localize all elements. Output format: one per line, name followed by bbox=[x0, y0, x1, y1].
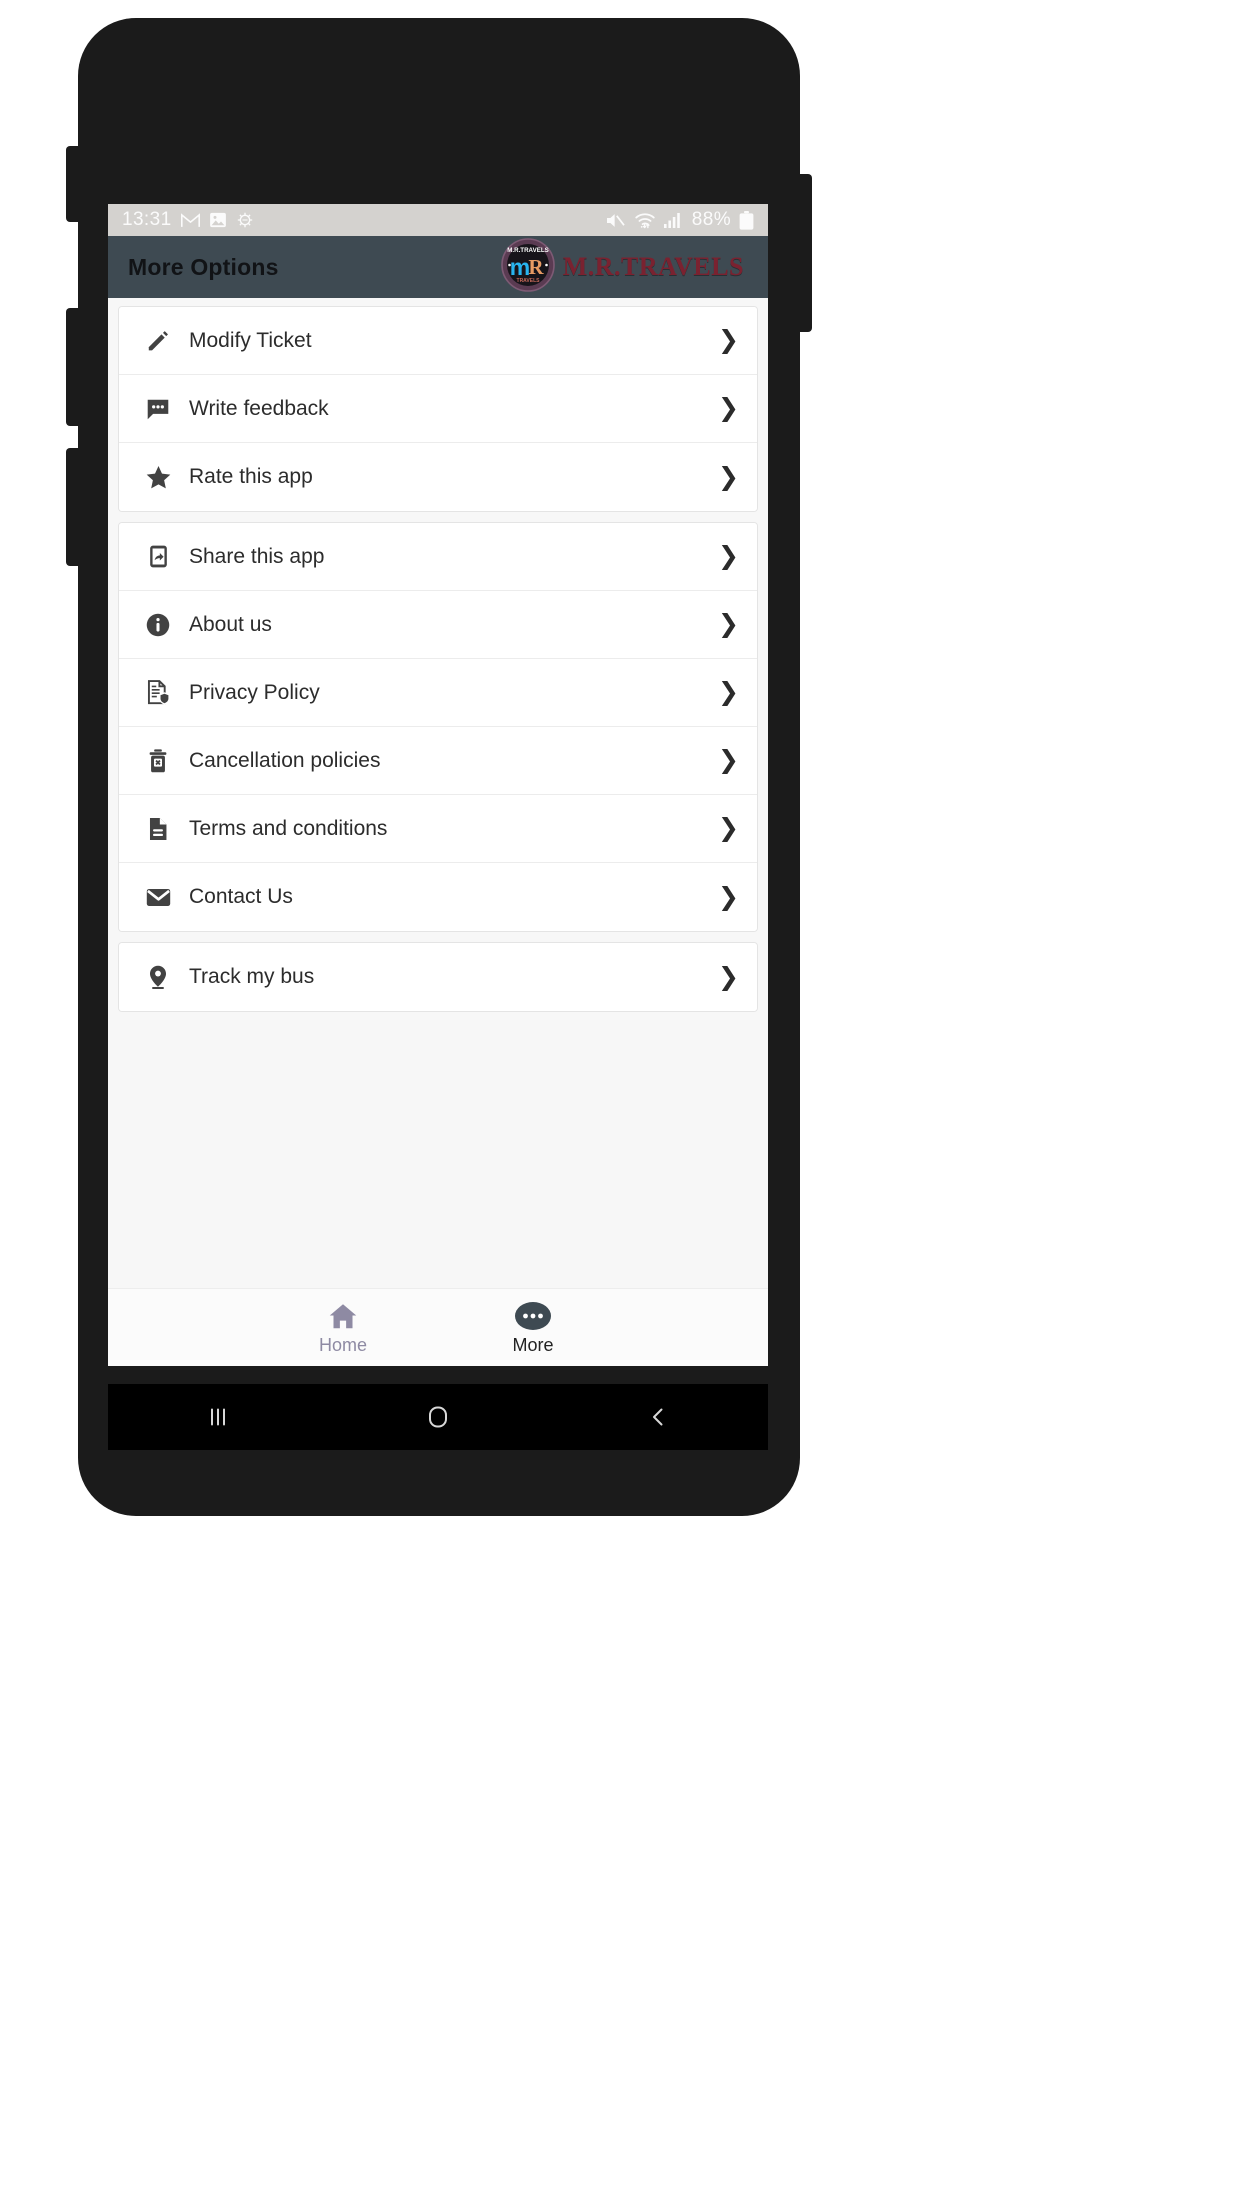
document-icon bbox=[141, 816, 175, 842]
location-pin-icon bbox=[141, 964, 175, 990]
menu-item-label: Privacy Policy bbox=[189, 680, 320, 704]
chevron-right-icon: ❯ bbox=[718, 394, 739, 422]
chevron-right-icon: ❯ bbox=[718, 462, 739, 491]
menu-item-share-this-app[interactable]: Share this app ❯ bbox=[119, 523, 757, 591]
menu-item-contact-us[interactable]: Contact Us ❯ bbox=[119, 863, 757, 931]
chevron-right-icon: ❯ bbox=[718, 610, 739, 638]
bottom-nav-label: More bbox=[512, 1334, 554, 1355]
chevron-right-icon: ❯ bbox=[718, 814, 739, 842]
bottom-navigation: Home More bbox=[108, 1288, 768, 1366]
menu-item-modify-ticket[interactable]: Modify Ticket ❯ bbox=[119, 307, 757, 375]
info-circle-icon bbox=[141, 612, 175, 638]
menu-item-cancellation-policies[interactable]: Cancellation policies ❯ bbox=[119, 727, 757, 795]
svg-text:m: m bbox=[509, 254, 529, 280]
document-shield-icon bbox=[141, 679, 175, 706]
menu-item-rate-this-app[interactable]: Rate this app ❯ bbox=[119, 443, 757, 511]
status-bar: 13:31 88% bbox=[108, 204, 768, 236]
cellular-signal-icon bbox=[663, 212, 684, 228]
menu-item-privacy-policy[interactable]: Privacy Policy ❯ bbox=[119, 659, 757, 727]
menu-item-label: Write feedback bbox=[189, 396, 329, 420]
bottom-nav-item-more[interactable]: More bbox=[488, 1301, 578, 1356]
envelope-icon bbox=[141, 884, 175, 911]
home-icon bbox=[328, 1301, 358, 1331]
page-title: More Options bbox=[128, 253, 279, 280]
menu-list: Modify Ticket ❯ Write feedback ❯ Rate th… bbox=[108, 298, 768, 1288]
mute-icon bbox=[605, 212, 626, 229]
app-bar: More Options M.R.TRAVELS m R TRAVELS M.R… bbox=[108, 236, 768, 298]
svg-text:M.R.TRAVELS: M.R.TRAVELS bbox=[507, 247, 548, 254]
recent-apps-icon[interactable] bbox=[178, 1384, 258, 1450]
svg-text:R: R bbox=[528, 255, 544, 279]
bottom-nav-label: Home bbox=[318, 1334, 367, 1355]
menu-item-label: Track my bus bbox=[189, 965, 315, 988]
pencil-icon bbox=[141, 328, 175, 354]
menu-item-about-us[interactable]: About us ❯ bbox=[119, 591, 757, 659]
battery-percentage: 88% bbox=[691, 209, 731, 230]
menu-item-terms-and-conditions[interactable]: Terms and conditions ❯ bbox=[119, 795, 757, 863]
mute-switch-button[interactable] bbox=[66, 146, 80, 222]
chevron-right-icon: ❯ bbox=[718, 882, 739, 911]
android-back-icon[interactable] bbox=[618, 1384, 698, 1450]
share-phone-icon bbox=[141, 544, 175, 569]
chevron-right-icon: ❯ bbox=[718, 962, 739, 991]
menu-card-tracking: Track my bus ❯ bbox=[118, 942, 758, 1012]
menu-item-label: Share this app bbox=[189, 544, 325, 568]
status-bar-left: 13:31 bbox=[122, 209, 254, 231]
more-dots-icon bbox=[514, 1301, 552, 1331]
status-bar-right: 88% bbox=[605, 209, 754, 231]
svg-text:TRAVELS: TRAVELS bbox=[516, 278, 540, 284]
brand-block: M.R.TRAVELS m R TRAVELS M.R.TRAVELS bbox=[500, 237, 748, 297]
menu-item-label: Contact Us bbox=[189, 885, 293, 908]
android-system-navigation bbox=[108, 1384, 768, 1450]
android-home-icon[interactable] bbox=[398, 1384, 478, 1450]
phone-frame: 13:31 88% More Options M.R.TRAVELS m R T… bbox=[66, 18, 812, 1516]
chevron-right-icon: ❯ bbox=[718, 326, 739, 354]
volume-down-button[interactable] bbox=[66, 448, 80, 566]
menu-item-write-feedback[interactable]: Write feedback ❯ bbox=[119, 375, 757, 443]
photos-icon bbox=[209, 211, 227, 229]
menu-item-label: Modify Ticket bbox=[189, 328, 312, 352]
bottom-nav-item-home[interactable]: Home bbox=[298, 1301, 388, 1356]
brand-name: M.R.TRAVELS bbox=[562, 252, 744, 281]
menu-card-info-and-legal: Share this app ❯ About us ❯ Privacy Poli… bbox=[118, 522, 758, 932]
chevron-right-icon: ❯ bbox=[718, 542, 739, 570]
chevron-right-icon: ❯ bbox=[718, 678, 739, 706]
menu-card-ticket-actions: Modify Ticket ❯ Write feedback ❯ Rate th… bbox=[118, 306, 758, 512]
power-button[interactable] bbox=[798, 174, 812, 332]
chat-bubble-icon bbox=[141, 396, 175, 422]
android-settings-icon bbox=[236, 211, 254, 229]
chevron-right-icon: ❯ bbox=[718, 746, 739, 774]
menu-item-label: Terms and conditions bbox=[189, 816, 388, 840]
menu-item-label: Cancellation policies bbox=[189, 748, 381, 772]
menu-item-label: About us bbox=[189, 612, 272, 636]
status-time: 13:31 bbox=[122, 209, 172, 230]
wifi-icon bbox=[634, 212, 656, 229]
menu-item-label: Rate this app bbox=[189, 465, 313, 488]
star-icon bbox=[141, 464, 175, 491]
phone-screen: 13:31 88% More Options M.R.TRAVELS m R T… bbox=[108, 204, 768, 1366]
trash-x-icon bbox=[141, 748, 175, 774]
menu-item-track-my-bus[interactable]: Track my bus ❯ bbox=[119, 943, 757, 1011]
gmail-icon bbox=[180, 212, 200, 228]
volume-up-button[interactable] bbox=[66, 308, 80, 426]
mr-travels-logo: M.R.TRAVELS m R TRAVELS bbox=[500, 237, 555, 297]
battery-icon bbox=[739, 210, 754, 230]
